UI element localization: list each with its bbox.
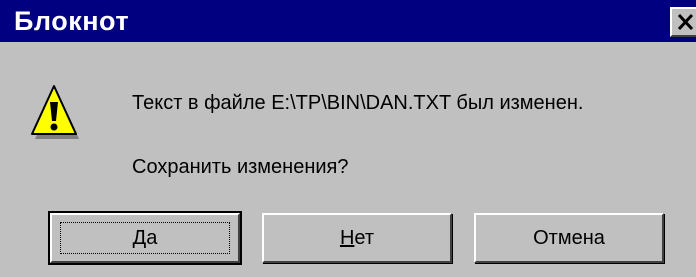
message-line-1: Текст в файле E:\TP\BIN\DAN.TXT был изме… [132, 92, 584, 114]
save-changes-dialog: Блокнот Текст в файле E:\TP\BIN\DAN.TXT … [0, 0, 696, 277]
no-button-label-rest: ет [354, 226, 375, 249]
no-button-mnemonic: Н [339, 226, 355, 249]
close-button[interactable] [670, 7, 696, 37]
cancel-button-label: Отмена [533, 226, 605, 249]
yes-button-label: Да [133, 227, 158, 250]
no-button-label: Нет [340, 227, 374, 250]
close-icon [677, 13, 694, 31]
warning-icon [28, 80, 80, 142]
yes-button[interactable]: Да [48, 211, 242, 265]
yes-button-label-rest: а [146, 226, 158, 249]
no-button[interactable]: Нет [262, 213, 452, 263]
yes-button-mnemonic: Д [132, 226, 147, 249]
title-bar[interactable]: Блокнот [0, 0, 696, 42]
message-line-2: Сохранить изменения? [132, 156, 349, 178]
cancel-button[interactable]: Отмена [474, 213, 664, 263]
window-title: Блокнот [14, 6, 130, 36]
